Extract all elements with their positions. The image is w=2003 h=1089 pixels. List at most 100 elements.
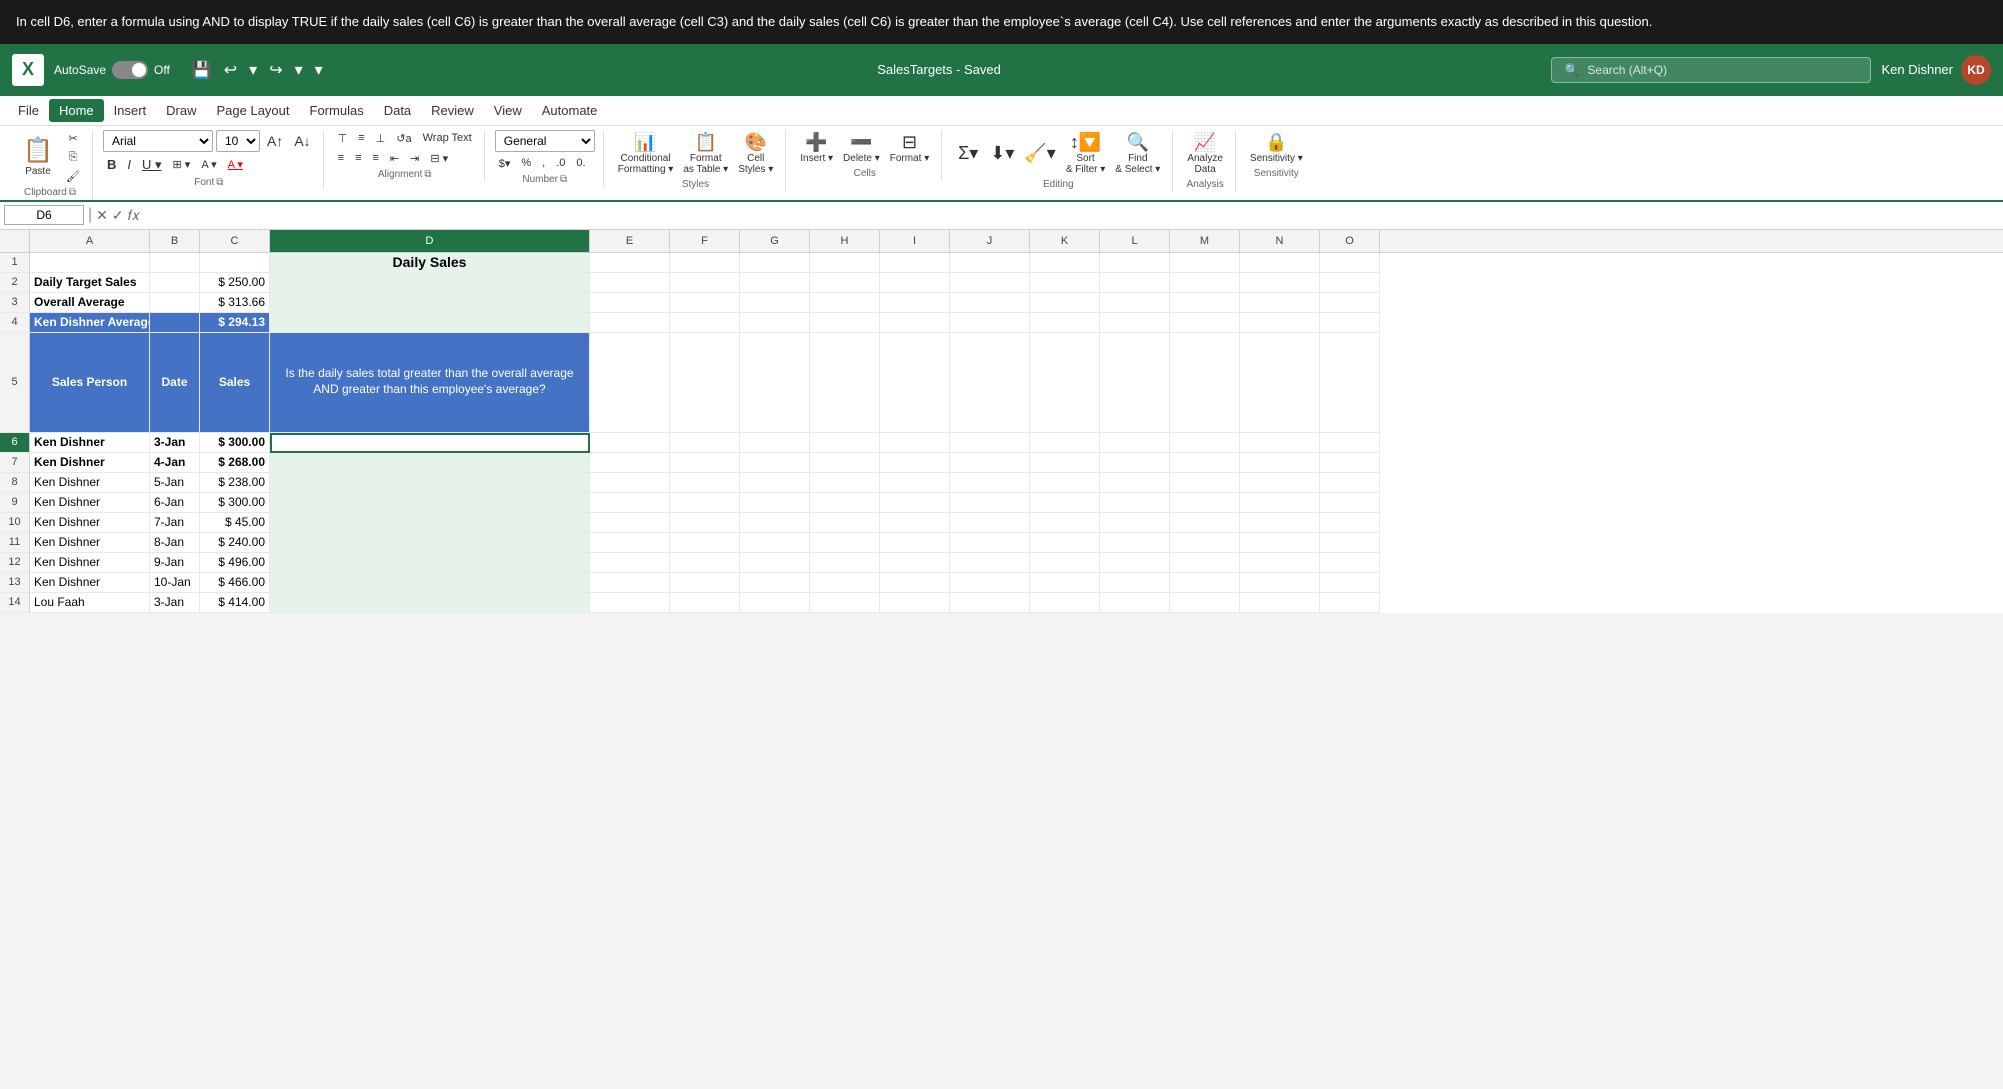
cell-b3[interactable] [150,293,200,313]
cell-c10[interactable]: $ 45.00 [200,513,270,533]
cell-b5[interactable]: Date [150,333,200,433]
col-header-i[interactable]: I [880,230,950,252]
cell-g7[interactable] [740,453,810,473]
cell-o10[interactable] [1320,513,1380,533]
cell-n10[interactable] [1240,513,1320,533]
cell-g1[interactable] [740,253,810,273]
cell-d4[interactable] [270,313,590,333]
cell-o1[interactable] [1320,253,1380,273]
cell-e13[interactable] [590,573,670,593]
cell-c6[interactable]: $ 300.00 [200,433,270,453]
find-select-button[interactable]: 🔍 Find& Select ▾ [1111,130,1164,178]
cell-m4[interactable] [1170,313,1240,333]
cell-i14[interactable] [880,593,950,613]
cell-n8[interactable] [1240,473,1320,493]
cell-d9[interactable] [270,493,590,513]
italic-button[interactable]: I [123,155,135,174]
cell-e12[interactable] [590,553,670,573]
cell-e3[interactable] [590,293,670,313]
cell-i2[interactable] [880,273,950,293]
cell-c1[interactable] [200,253,270,273]
cell-c5[interactable]: Sales [200,333,270,433]
save-button[interactable]: 💾 [188,58,216,82]
col-header-k[interactable]: K [1030,230,1100,252]
cell-a2[interactable]: Daily Target Sales [30,273,150,293]
cell-g11[interactable] [740,533,810,553]
cell-h5[interactable] [810,333,880,433]
cell-f13[interactable] [670,573,740,593]
cell-b7[interactable]: 4-Jan [150,453,200,473]
wrap-text-button[interactable]: Wrap Text [419,130,476,146]
cell-n4[interactable] [1240,313,1320,333]
cell-b12[interactable]: 9-Jan [150,553,200,573]
cell-a14[interactable]: Lou Faah [30,593,150,613]
cell-g12[interactable] [740,553,810,573]
cell-g2[interactable] [740,273,810,293]
cell-h8[interactable] [810,473,880,493]
search-box[interactable]: 🔍 Search (Alt+Q) [1551,57,1871,83]
cell-g4[interactable] [740,313,810,333]
cell-f7[interactable] [670,453,740,473]
col-header-n[interactable]: N [1240,230,1320,252]
cell-b6[interactable]: 3-Jan [150,433,200,453]
menu-view[interactable]: View [484,99,532,122]
cell-b14[interactable]: 3-Jan [150,593,200,613]
cell-c9[interactable]: $ 300.00 [200,493,270,513]
delete-button[interactable]: ➖ Delete ▾ [839,130,884,167]
font-increase-button[interactable]: A↑ [263,131,287,151]
cell-n11[interactable] [1240,533,1320,553]
cell-f6[interactable] [670,433,740,453]
cell-o14[interactable] [1320,593,1380,613]
cell-h11[interactable] [810,533,880,553]
conditional-formatting-button[interactable]: 📊 ConditionalFormatting ▾ [614,130,678,178]
cell-d5[interactable]: Is the daily sales total greater than th… [270,333,590,433]
cell-d13[interactable] [270,573,590,593]
cut-button[interactable]: ✂ [62,130,84,147]
cell-l1[interactable] [1100,253,1170,273]
cell-l4[interactable] [1100,313,1170,333]
cell-l2[interactable] [1100,273,1170,293]
cell-a10[interactable]: Ken Dishner [30,513,150,533]
cell-d11[interactable] [270,533,590,553]
number-expand-icon[interactable]: ⧉ [560,174,567,185]
cell-k10[interactable] [1030,513,1100,533]
cell-reference-input[interactable] [4,205,84,225]
cell-o12[interactable] [1320,553,1380,573]
sensitivity-button[interactable]: 🔒 Sensitivity ▾ [1246,130,1307,167]
cell-e7[interactable] [590,453,670,473]
cell-n14[interactable] [1240,593,1320,613]
cell-c7[interactable]: $ 268.00 [200,453,270,473]
menu-review[interactable]: Review [421,99,484,122]
cell-e2[interactable] [590,273,670,293]
cell-l13[interactable] [1100,573,1170,593]
fill-color-button[interactable]: A ▾ [197,156,220,173]
confirm-formula-button[interactable]: ✓ [112,207,124,224]
col-header-j[interactable]: J [950,230,1030,252]
clear-button[interactable]: 🧹▾ [1020,141,1059,167]
borders-button[interactable]: ⊞ ▾ [169,156,195,173]
cell-d8[interactable] [270,473,590,493]
decrease-decimal-button[interactable]: 0. [572,155,589,171]
cell-m7[interactable] [1170,453,1240,473]
cell-m12[interactable] [1170,553,1240,573]
cell-d7[interactable] [270,453,590,473]
cell-a1[interactable] [30,253,150,273]
cell-i13[interactable] [880,573,950,593]
cell-a3[interactable]: Overall Average [30,293,150,313]
cell-j6[interactable] [950,433,1030,453]
cell-e6[interactable] [590,433,670,453]
col-header-l[interactable]: L [1100,230,1170,252]
text-direction-button[interactable]: ↺a [392,130,415,147]
cell-k6[interactable] [1030,433,1100,453]
cell-k14[interactable] [1030,593,1100,613]
insert-function-button[interactable]: 𝑓𝑥 [128,207,140,224]
cell-e1[interactable] [590,253,670,273]
cell-f9[interactable] [670,493,740,513]
cell-k3[interactable] [1030,293,1100,313]
cell-styles-button[interactable]: 🎨 CellStyles ▾ [734,130,777,178]
cell-n7[interactable] [1240,453,1320,473]
cell-i12[interactable] [880,553,950,573]
currency-button[interactable]: $▾ [495,155,515,172]
cell-k9[interactable] [1030,493,1100,513]
cell-h2[interactable] [810,273,880,293]
